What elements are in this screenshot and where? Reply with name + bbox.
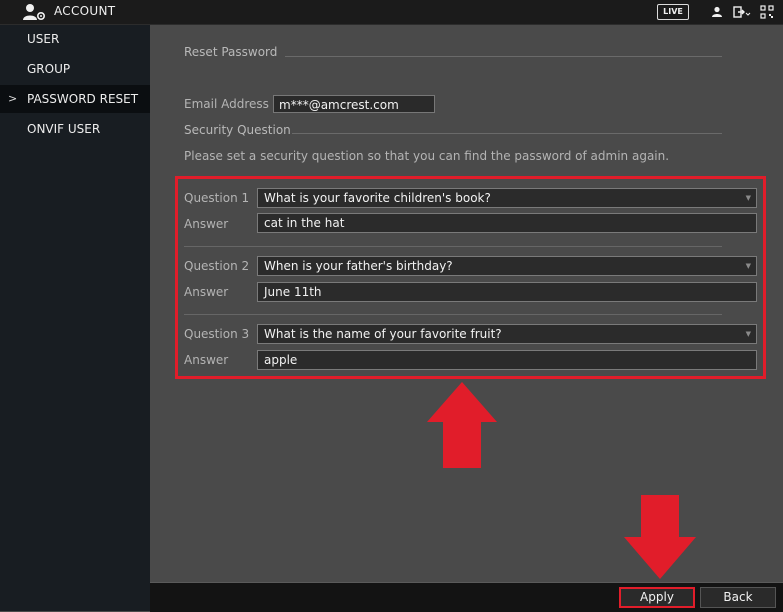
top-bar: ACCOUNT LIVE [0, 0, 783, 25]
reset-password-section-title: Reset Password [184, 45, 278, 59]
sidebar-item-label: USER [27, 32, 60, 46]
apply-button[interactable]: Apply [619, 587, 695, 608]
sidebar-item-label: PASSWORD RESET [27, 92, 139, 106]
qr-code-icon[interactable] [760, 5, 774, 19]
section-divider [285, 56, 722, 57]
questions-highlight-box [175, 176, 766, 379]
sidebar-item-password-reset[interactable]: > PASSWORD RESET [0, 85, 150, 113]
sidebar: USER GROUP > PASSWORD RESET ONVIF USER [0, 25, 150, 611]
sidebar-item-label: ONVIF USER [27, 122, 101, 136]
security-question-section-title: Security Question [184, 123, 291, 137]
back-button[interactable]: Back [700, 587, 776, 608]
up-arrow-annotation [427, 382, 497, 468]
email-label: Email Address [184, 97, 269, 111]
sidebar-item-user[interactable]: USER [0, 25, 150, 53]
page-title: ACCOUNT [54, 4, 116, 18]
live-button[interactable]: LIVE [657, 4, 689, 20]
user-icon[interactable] [710, 5, 724, 19]
email-field[interactable]: m***@amcrest.com [273, 95, 435, 113]
security-info-text: Please set a security question so that y… [184, 149, 670, 163]
sidebar-item-label: GROUP [27, 62, 71, 76]
account-settings-icon [23, 4, 46, 21]
sidebar-item-onvif-user[interactable]: ONVIF USER [0, 115, 150, 143]
sidebar-item-group[interactable]: GROUP [0, 55, 150, 83]
down-arrow-annotation [624, 495, 696, 579]
logout-icon[interactable] [733, 5, 751, 19]
chevron-right-icon: > [8, 92, 18, 105]
section-divider [292, 133, 722, 134]
